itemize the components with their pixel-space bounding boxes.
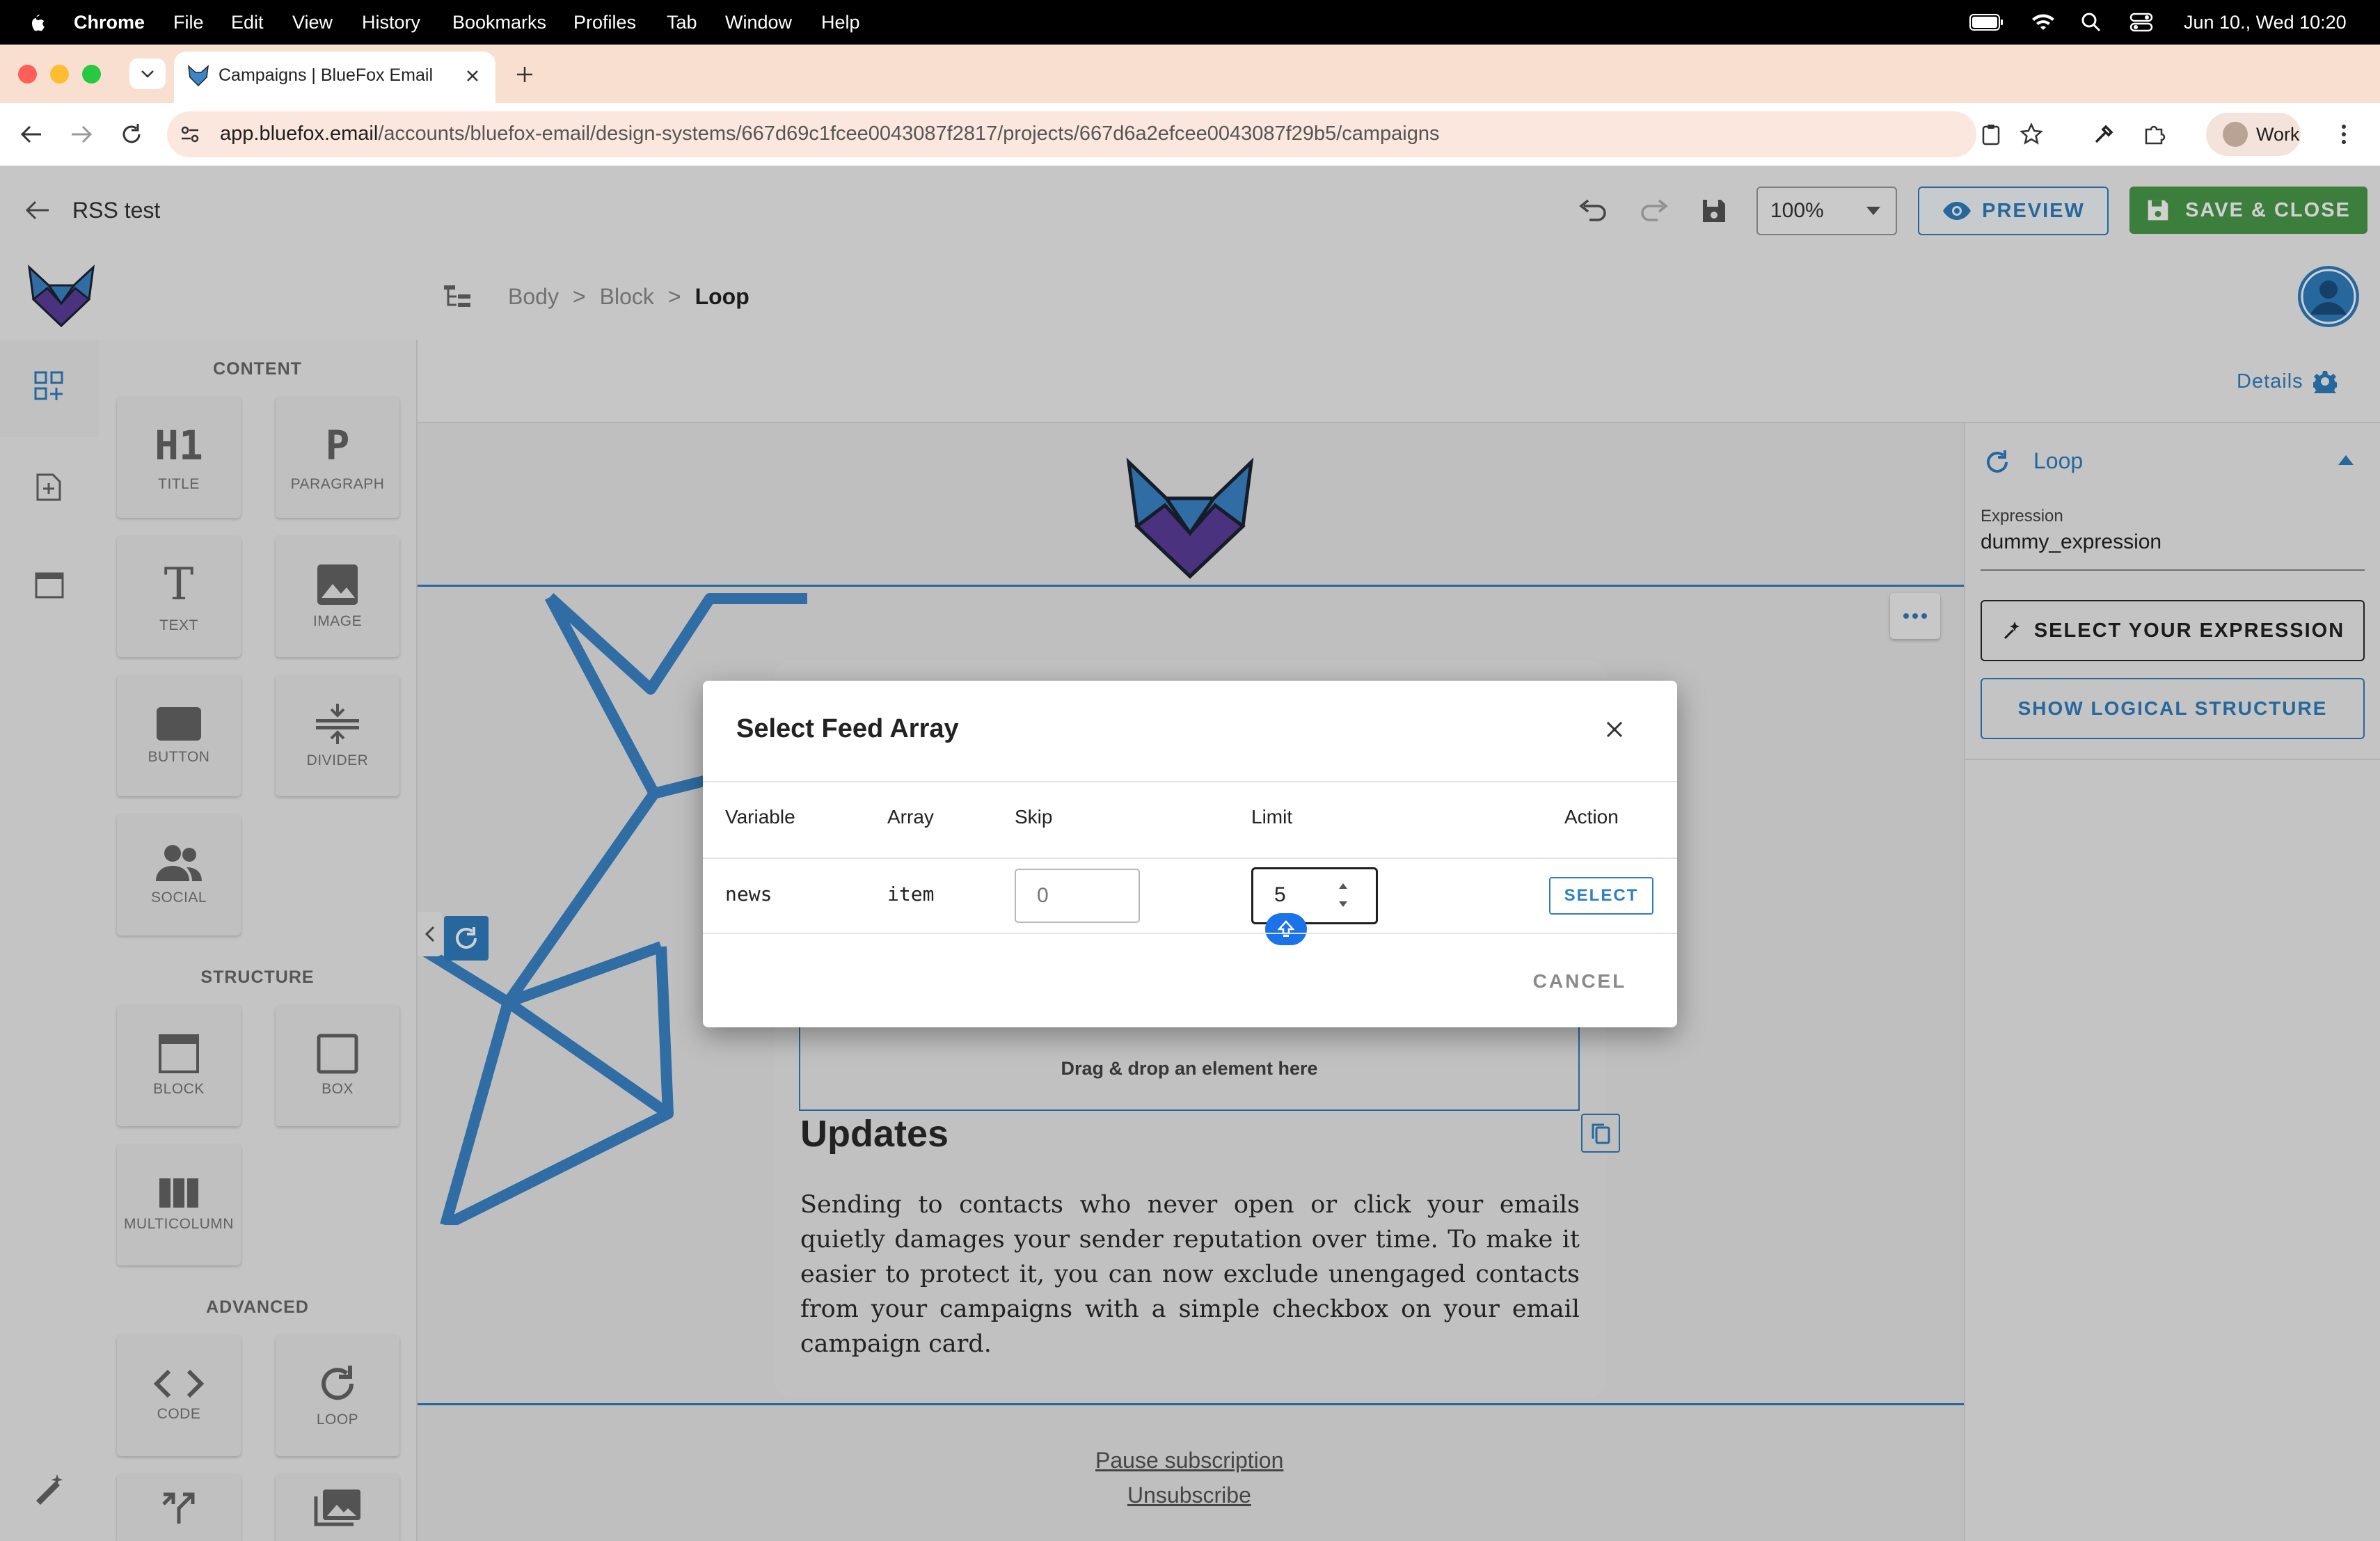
menu-file[interactable]: File: [173, 0, 204, 45]
window-zoom-button[interactable]: [82, 65, 101, 84]
caps-lock-indicator: [1265, 913, 1307, 945]
more-menu-icon[interactable]: [2340, 123, 2348, 146]
dialog-title: Select Feed Array: [736, 714, 959, 743]
menubar-clock[interactable]: Jun 10., Wed 10:20: [2184, 0, 2347, 45]
limit-input[interactable]: 5: [1251, 867, 1378, 924]
bluefox-favicon-icon: [188, 65, 209, 87]
dialog-header-divider: [703, 781, 1677, 782]
wifi-icon[interactable]: [2031, 11, 2056, 33]
macos-menubar: Chrome File Edit View History Bookmarks …: [0, 0, 2380, 45]
caps-lock-icon: [1278, 920, 1294, 937]
bookmark-star-icon[interactable]: [2020, 123, 2043, 146]
profile-chip[interactable]: Work: [2206, 113, 2301, 156]
apple-icon[interactable]: [26, 11, 46, 33]
window-minimize-button[interactable]: [50, 65, 69, 84]
column-variable: Variable: [725, 806, 795, 828]
site-info-icon[interactable]: [180, 124, 200, 145]
number-stepper-icon[interactable]: [1337, 879, 1349, 911]
browser-tab-active[interactable]: Campaigns | BlueFox Email: [174, 52, 495, 103]
profile-avatar: [2223, 122, 2248, 147]
skip-input[interactable]: [1015, 869, 1140, 923]
menu-app-name[interactable]: Chrome: [74, 0, 145, 45]
cancel-button[interactable]: CANCEL: [1517, 963, 1642, 999]
menu-window[interactable]: Window: [725, 0, 792, 45]
control-center-icon[interactable]: [2129, 12, 2153, 33]
extensions-puzzle-icon[interactable]: [2142, 123, 2166, 146]
spotlight-search-icon[interactable]: [2081, 12, 2102, 33]
close-icon[interactable]: [1605, 720, 1624, 739]
page-clipboard-icon[interactable]: [1981, 123, 2001, 145]
url-path: /accounts/bluefox-email/design-systems/6…: [378, 123, 1440, 145]
reload-icon[interactable]: [120, 123, 143, 146]
limit-value: 5: [1274, 883, 1286, 906]
column-array: Array: [887, 806, 934, 828]
row-array: item: [887, 883, 935, 906]
select-row-label: SELECT: [1564, 886, 1639, 905]
close-tab-icon[interactable]: [465, 68, 480, 84]
column-limit: Limit: [1251, 806, 1293, 828]
window-close-button[interactable]: [18, 65, 37, 84]
tab-search-button[interactable]: [129, 58, 166, 89]
forward-arrow-icon[interactable]: [70, 124, 93, 145]
battery-icon[interactable]: [1969, 14, 2004, 31]
menu-bookmarks[interactable]: Bookmarks: [452, 0, 546, 45]
address-bar[interactable]: app.bluefox.email/accounts/bluefox-email…: [167, 111, 2043, 157]
menu-tab[interactable]: Tab: [667, 0, 697, 45]
tab-title: Campaigns | BlueFox Email: [219, 65, 434, 85]
select-row-button[interactable]: SELECT: [1549, 877, 1653, 915]
menu-edit[interactable]: Edit: [231, 0, 264, 45]
back-arrow-icon[interactable]: [19, 124, 43, 145]
eyedropper-extension-icon[interactable]: [2092, 123, 2116, 146]
url-host: app.bluefox.email: [220, 123, 379, 145]
table-header-divider: [703, 858, 1677, 859]
menu-view[interactable]: View: [292, 0, 333, 45]
table-row-divider: [703, 933, 1677, 934]
new-tab-icon[interactable]: [515, 65, 534, 84]
profile-name: Work: [2256, 123, 2300, 145]
menu-help[interactable]: Help: [821, 0, 860, 45]
column-action: Action: [1564, 806, 1619, 828]
cancel-label: CANCEL: [1532, 970, 1627, 992]
menu-history[interactable]: History: [362, 0, 420, 45]
row-variable: news: [725, 883, 772, 906]
chevron-down-icon: [141, 70, 154, 78]
menu-profiles[interactable]: Profiles: [573, 0, 636, 45]
url-text[interactable]: app.bluefox.email/accounts/bluefox-email…: [220, 123, 1440, 145]
column-skip: Skip: [1015, 806, 1053, 828]
